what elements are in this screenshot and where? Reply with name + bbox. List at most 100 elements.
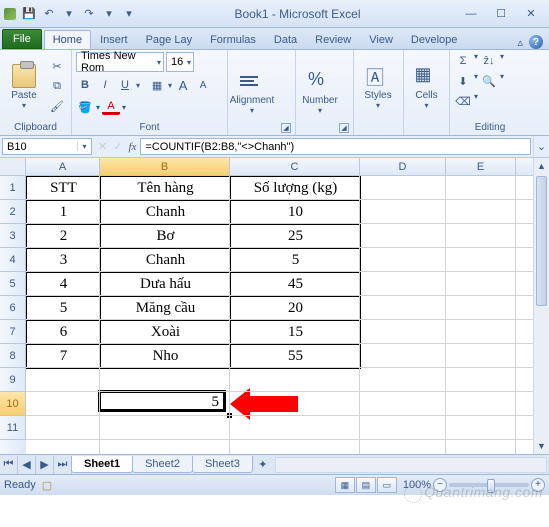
row-header-8[interactable]: 8 [0,344,26,368]
find-icon[interactable]: 🔍 [480,72,498,90]
new-sheet-button[interactable]: ✦ [253,458,273,471]
sheet-tab-sheet3[interactable]: Sheet3 [192,456,253,473]
fill-color-button[interactable]: 🪣 [76,98,94,116]
row-header-6[interactable]: 6 [0,296,26,320]
table-cell[interactable]: 6 [27,321,101,345]
zoom-slider[interactable] [449,483,529,487]
table-cell[interactable]: Nho [101,345,231,369]
col-header-E[interactable]: E [446,158,516,175]
sheet-tab-sheet1[interactable]: Sheet1 [71,456,133,473]
cells-area[interactable]: STTTên hàngSố lượng (kg)1Chanh102Bơ253Ch… [26,176,533,454]
tab-page-lay[interactable]: Page Lay [137,30,201,49]
tab-home[interactable]: Home [44,30,91,49]
sheet-last-icon[interactable]: ⏭ [54,456,72,474]
scroll-up-icon[interactable]: ▲ [534,158,549,174]
clear-icon[interactable]: ⌫ [454,92,472,110]
alignment-launcher[interactable]: ◢ [281,123,291,133]
tab-view[interactable]: View [360,30,402,49]
sheet-next-icon[interactable]: ▶ [36,456,54,474]
table-cell[interactable]: Xoài [101,321,231,345]
tab-data[interactable]: Data [265,30,306,49]
table-cell[interactable]: 4 [27,273,101,297]
minimize-ribbon-icon[interactable]: ▵ [517,36,523,49]
vertical-scrollbar[interactable]: ▲ ▼ [533,158,549,454]
qat-dd-2[interactable]: ▾ [100,5,118,23]
sheet-first-icon[interactable]: ⏮ [0,456,18,474]
scroll-thumb[interactable] [536,176,547,306]
tab-develope[interactable]: Develope [402,30,466,49]
row-headers[interactable]: 1234567891011 [0,176,26,454]
tab-review[interactable]: Review [306,30,360,49]
italic-button[interactable]: I [96,76,114,94]
table-cell[interactable]: 15 [231,321,361,345]
tab-insert[interactable]: Insert [91,30,137,49]
table-cell[interactable]: Măng cầu [101,297,231,321]
undo-icon[interactable]: ↶ [40,5,58,23]
row-header-5[interactable]: 5 [0,272,26,296]
active-cell[interactable]: 5 [98,390,226,412]
sheet-tab-sheet2[interactable]: Sheet2 [132,456,193,473]
font-name-combo[interactable]: Times New Rom [76,52,164,72]
col-header-A[interactable]: A [26,158,100,175]
table-cell[interactable]: 7 [27,345,101,369]
name-box-dropdown[interactable]: ▾ [77,142,91,151]
table-cell[interactable]: 10 [231,201,361,225]
copy-icon[interactable]: ⧉ [48,78,66,96]
qat-customize[interactable]: ▾ [120,5,138,23]
underline-button[interactable]: U [116,76,134,94]
autosum-icon[interactable]: Σ [454,52,472,70]
page-break-view-button[interactable]: ▭ [377,477,397,493]
minimize-button[interactable]: — [457,5,485,23]
redo-icon[interactable]: ↷ [80,5,98,23]
row-header-10[interactable]: 10 [0,392,26,416]
expand-formula-bar[interactable]: ⌄ [533,136,549,157]
col-header-C[interactable]: C [230,158,360,175]
table-cell[interactable]: 5 [231,249,361,273]
tab-formulas[interactable]: Formulas [201,30,265,49]
row-header-9[interactable]: 9 [0,368,26,392]
alignment-button[interactable]: Alignment▾ [232,61,272,123]
page-layout-view-button[interactable]: ▤ [356,477,376,493]
table-cell[interactable]: Bơ [101,225,231,249]
table-cell[interactable]: 25 [231,225,361,249]
macro-record-icon[interactable]: ▢ [42,479,52,492]
save-icon[interactable]: 💾 [20,5,38,23]
sheet-prev-icon[interactable]: ◀ [18,456,36,474]
formula-input[interactable]: =COUNTIF(B2:B8,"<>Chanh") [140,138,531,155]
row-header-1[interactable]: 1 [0,176,26,200]
qat-dd-1[interactable]: ▾ [60,5,78,23]
zoom-in-button[interactable]: + [531,478,545,492]
row-header-7[interactable]: 7 [0,320,26,344]
table-cell[interactable]: 20 [231,297,361,321]
paste-button[interactable]: Paste ▾ [4,56,44,118]
row-header-11[interactable]: 11 [0,416,26,440]
font-color-button[interactable]: A [102,100,120,115]
table-cell[interactable]: Chanh [101,201,231,225]
cells-button[interactable]: ▦Cells▾ [408,56,445,118]
table-cell[interactable]: 45 [231,273,361,297]
maximize-button[interactable]: ☐ [487,5,515,23]
number-launcher[interactable]: ◢ [339,123,349,133]
row-header-4[interactable]: 4 [0,248,26,272]
table-cell[interactable]: 3 [27,249,101,273]
file-tab[interactable]: File [2,29,42,49]
enter-formula-icon[interactable]: ✓ [113,140,122,153]
table-cell[interactable]: 2 [27,225,101,249]
table-cell[interactable]: 5 [27,297,101,321]
column-headers[interactable]: ABCDE [26,158,533,176]
col-header-D[interactable]: D [360,158,446,175]
format-painter-icon[interactable]: 🖌 [48,98,66,116]
zoom-out-button[interactable]: − [433,478,447,492]
bold-button[interactable]: B [76,76,94,94]
border-button[interactable]: ▦ [148,76,166,94]
table-cell[interactable]: 1 [27,201,101,225]
font-size-combo[interactable]: 16 [166,52,194,72]
close-button[interactable]: ✕ [517,5,545,23]
row-header-2[interactable]: 2 [0,200,26,224]
name-box[interactable]: B10 ▾ [2,138,92,155]
spreadsheet-grid[interactable]: ABCDE 1234567891011 STTTên hàngSố lượng … [0,158,549,454]
select-all-corner[interactable] [0,158,26,176]
table-cell[interactable]: Chanh [101,249,231,273]
sort-filter-icon[interactable]: ẑ↓ [480,52,498,70]
zoom-level[interactable]: 100% [403,479,431,491]
